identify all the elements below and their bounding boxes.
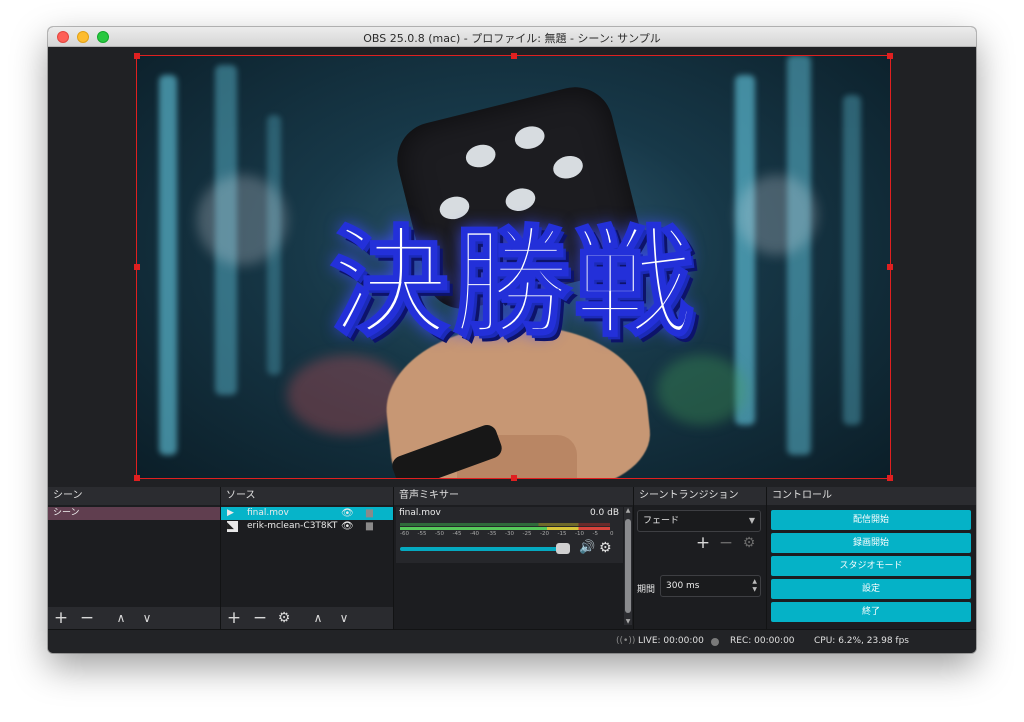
sources-toolbar: + − ⚙ ∧ ∨ xyxy=(221,607,393,629)
lock-icon[interactable]: ▆ xyxy=(366,520,373,533)
duration-value: 300 ms xyxy=(666,581,700,591)
settings-button[interactable]: 設定 xyxy=(771,579,971,599)
meter-tick-label: 0 xyxy=(610,531,614,537)
mixer-track: final.mov 0.0 dB -60 -55 -50 -45 -40 -35 -30 -2… xyxy=(396,507,623,563)
scenes-title: シーン xyxy=(48,487,220,505)
record-dot-icon xyxy=(711,638,719,646)
volume-slider[interactable] xyxy=(400,547,563,551)
scenes-toolbar: + − ∧ ∨ xyxy=(48,607,220,629)
meter-tick-label: -15 xyxy=(557,531,567,537)
gear-icon[interactable]: ⚙ xyxy=(599,540,612,556)
controls-dock: コントロール 配信開始 録画開始 スタジオモード 設定 終了 xyxy=(767,487,976,629)
obs-window: OBS 25.0.8 (mac) - プロファイル: 無題 - シーン: サンプ… xyxy=(48,27,976,653)
scroll-up-arrow[interactable]: ▲ xyxy=(624,507,632,514)
transition-gear-icon[interactable]: ⚙ xyxy=(740,534,758,552)
exit-button[interactable]: 終了 xyxy=(771,602,971,622)
scroll-down-arrow[interactable]: ▼ xyxy=(624,618,632,625)
remove-scene-button[interactable]: − xyxy=(78,609,96,627)
duration-label: 期間 xyxy=(637,585,656,595)
sources-list[interactable]: ▶ final.mov 👁 ▆ ◣ erik-mclean-C3T8KT 👁 ▆… xyxy=(221,505,393,629)
source-label: final.mov xyxy=(247,508,289,518)
meter-tick-label: -5 xyxy=(592,531,598,537)
resize-handle[interactable] xyxy=(887,475,893,481)
live-timer: LIVE: 00:00:00 xyxy=(638,636,704,646)
volume-meter-left xyxy=(400,523,610,526)
volume-meter-right xyxy=(400,527,610,530)
eye-icon[interactable]: 👁 xyxy=(341,520,354,533)
meter-tick-label: -10 xyxy=(575,531,584,537)
rec-timer: REC: 00:00:00 xyxy=(730,636,795,646)
scenes-dock: シーン シーン + − ∧ ∨ xyxy=(48,487,221,629)
studio-mode-button[interactable]: スタジオモード xyxy=(771,556,971,576)
source-properties-gear-icon[interactable]: ⚙ xyxy=(275,609,293,627)
resize-handle[interactable] xyxy=(511,53,517,59)
move-source-up-button[interactable]: ∧ xyxy=(309,609,327,627)
cpu-status: CPU: 6.2%, 23.98 fps xyxy=(814,636,909,646)
transition-selected: フェード xyxy=(643,516,680,526)
transitions-body: フェード ▼ + − ⚙ 期間 300 ms ▲ ▼ xyxy=(634,505,766,629)
duration-input[interactable]: 300 ms ▲ ▼ xyxy=(660,575,761,597)
title-bar[interactable]: OBS 25.0.8 (mac) - プロファイル: 無題 - シーン: サンプ… xyxy=(48,27,976,47)
meter-tick-label: -50 xyxy=(435,531,444,537)
remove-source-button[interactable]: − xyxy=(251,609,269,627)
track-name: final.mov xyxy=(399,508,441,518)
mixer-title: 音声ミキサー xyxy=(394,487,633,505)
preview-area[interactable]: 決勝戦 xyxy=(48,47,976,487)
controls-body: 配信開始 録画開始 スタジオモード 設定 終了 xyxy=(767,505,976,629)
lock-icon[interactable]: ▆ xyxy=(366,507,373,520)
sources-title: ソース xyxy=(221,487,393,505)
move-scene-down-button[interactable]: ∨ xyxy=(138,609,156,627)
meter-tick-label: -35 xyxy=(487,531,497,537)
meter-tick-label: -20 xyxy=(540,531,549,537)
source-selection-box[interactable] xyxy=(134,53,893,481)
resize-handle[interactable] xyxy=(134,264,140,270)
resize-handle[interactable] xyxy=(511,475,517,481)
speaker-icon[interactable]: 🔊 xyxy=(579,540,595,555)
status-bar: ((•)) LIVE: 00:00:00 REC: 00:00:00 CPU: … xyxy=(48,629,976,653)
scene-item[interactable]: シーン xyxy=(48,507,220,520)
resize-handle[interactable] xyxy=(134,53,140,59)
chevron-down-icon: ▼ xyxy=(748,516,755,525)
window-title: OBS 25.0.8 (mac) - プロファイル: 無題 - シーン: サンプ… xyxy=(363,32,661,45)
audio-mixer-dock: 音声ミキサー final.mov 0.0 dB -60 -55 -50 -45 -40-… xyxy=(394,487,634,629)
meter-tick-label: -60 xyxy=(400,531,409,537)
scene-transitions-dock: シーントランジション フェード ▼ + − ⚙ 期間 300 ms ▲ ▼ xyxy=(634,487,767,629)
source-label: erik-mclean-C3T8KT xyxy=(247,521,338,531)
source-item-final-mov[interactable]: ▶ final.mov 👁 ▆ xyxy=(221,507,393,520)
play-icon: ▶ xyxy=(227,508,234,518)
add-transition-button[interactable]: + xyxy=(694,534,712,552)
eye-icon[interactable]: 👁 xyxy=(341,507,354,520)
image-icon: ◣ xyxy=(227,521,238,532)
transition-select[interactable]: フェード ▼ xyxy=(637,510,761,532)
controls-title: コントロール xyxy=(767,487,976,505)
start-streaming-button[interactable]: 配信開始 xyxy=(771,510,971,530)
meter-tick-label: -25 xyxy=(522,531,532,537)
meter-ticks: -60 -55 -50 -45 -40 -35 -30 -25 -20 -15 -10 -5 0 xyxy=(400,531,615,539)
meter-tick-label: -40 xyxy=(470,531,479,537)
broadcast-icon: ((•)) xyxy=(616,636,636,646)
transitions-title: シーントランジション xyxy=(634,487,766,505)
resize-handle[interactable] xyxy=(134,475,140,481)
remove-transition-button[interactable]: − xyxy=(717,534,735,552)
add-scene-button[interactable]: + xyxy=(52,609,70,627)
start-recording-button[interactable]: 録画開始 xyxy=(771,533,971,553)
scenes-list[interactable]: シーン + − ∧ ∨ xyxy=(48,505,220,629)
meter-tick-label: -55 xyxy=(417,531,427,537)
add-source-button[interactable]: + xyxy=(225,609,243,627)
resize-handle[interactable] xyxy=(887,264,893,270)
spinner-arrows-icon[interactable]: ▲ ▼ xyxy=(752,578,757,594)
move-source-down-button[interactable]: ∨ xyxy=(335,609,353,627)
scrollbar-thumb[interactable] xyxy=(625,519,631,613)
meter-tick-label: -45 xyxy=(452,531,462,537)
source-item-erik-mclean[interactable]: ◣ erik-mclean-C3T8KT 👁 ▆ xyxy=(221,520,393,533)
sources-dock: ソース ▶ final.mov 👁 ▆ ◣ erik-mclean-C3T8KT… xyxy=(221,487,394,629)
move-scene-up-button[interactable]: ∧ xyxy=(112,609,130,627)
volume-slider-handle[interactable] xyxy=(556,543,570,554)
mixer-scrollbar[interactable]: ▲ ▼ xyxy=(624,507,632,625)
track-level: 0.0 dB xyxy=(589,508,619,518)
meter-tick-label: -30 xyxy=(505,531,514,537)
mixer-body: final.mov 0.0 dB -60 -55 -50 -45 -40 -35 -30 -2… xyxy=(394,505,633,629)
resize-handle[interactable] xyxy=(887,53,893,59)
